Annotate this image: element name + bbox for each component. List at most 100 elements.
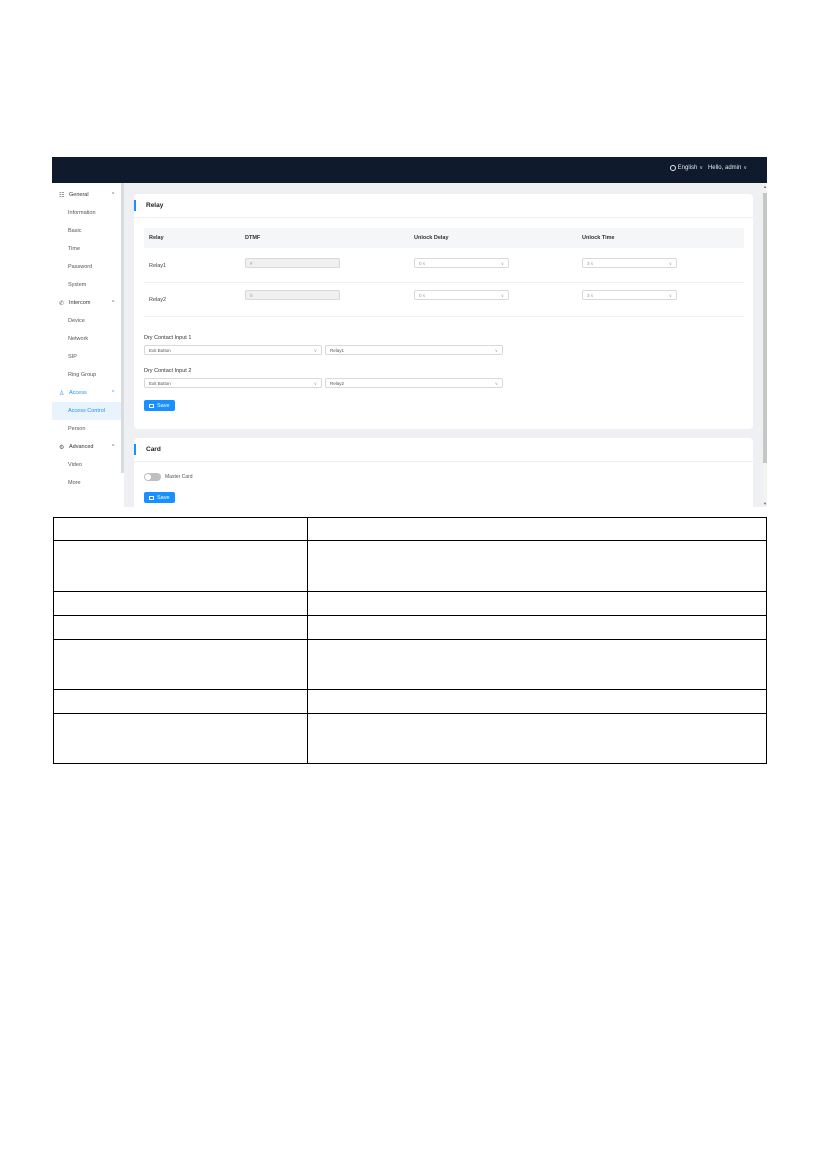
chevron-up-icon: ^ (112, 444, 115, 450)
sidebar-item-label: SIP (68, 354, 77, 360)
chevron-down-icon: ∨ (313, 381, 317, 386)
master-card-toggle[interactable] (144, 473, 161, 481)
chevron-down-icon: ∨ (313, 348, 317, 353)
chevron-down-icon: ∨ (500, 293, 504, 298)
scroll-up-icon[interactable]: ▲ (763, 184, 767, 189)
relay-save-button[interactable]: Save (144, 400, 175, 411)
scrollbar-thumb[interactable] (763, 193, 767, 463)
language-selector[interactable]: English ∨ (669, 165, 703, 171)
empty-table (53, 517, 767, 764)
sidebar-item-password[interactable]: Password (52, 258, 124, 276)
table-cell (53, 615, 308, 640)
sidebar-item-device[interactable]: Device (52, 312, 124, 330)
chevron-down-icon: ∨ (699, 165, 703, 171)
title-accent (134, 200, 136, 211)
user-menu[interactable]: Hello, admin ∨ (708, 165, 747, 171)
master-card-label: Master Card (165, 474, 193, 480)
user-greeting: Hello, admin (707, 165, 742, 171)
unlock-time-select[interactable]: 3 s ∨ (582, 290, 677, 300)
save-icon (149, 403, 154, 408)
unlock-time-select[interactable]: 3 s ∨ (582, 258, 677, 268)
sidebar-item-label: Time (68, 246, 81, 252)
table-row: Relay1 # 0 s ∨ 3 s ∨ (144, 248, 744, 283)
chevron-up-icon: ^ (112, 390, 115, 396)
table-cell (53, 517, 308, 541)
table-cell (307, 540, 767, 592)
sidebar-group-label: General (69, 192, 89, 198)
save-icon (149, 495, 154, 500)
sidebar-item-system[interactable]: System (52, 276, 124, 294)
dry-contact-1-type-select[interactable]: Exit Button ∨ (144, 345, 322, 355)
sidebar-group-advanced[interactable]: ⚙ Advanced ^ (52, 438, 124, 456)
sidebar-item-label: Person (68, 426, 86, 432)
dry-contact-input-1-label: Dry Contact Input 1 (144, 335, 192, 341)
column-header: Relay (149, 235, 164, 241)
sidebar-item-label: Network (68, 336, 89, 342)
sidebar-item-network[interactable]: Network (52, 330, 124, 348)
unlock-delay-select[interactable]: 0 s ∨ (414, 290, 509, 300)
table-cell (53, 689, 308, 714)
globe-icon (669, 165, 676, 171)
table-cell (307, 689, 767, 714)
button-label: Save (157, 402, 170, 409)
table-cell (307, 591, 767, 616)
sidebar-item-label: Password (68, 264, 93, 270)
sidebar-item-person[interactable]: Person (52, 420, 124, 438)
top-bar: English ∨ Hello, admin ∨ (52, 157, 767, 183)
table-row (53, 689, 767, 714)
sidebar-item-label: Video (68, 462, 82, 468)
sidebar-item-ring-group[interactable]: Ring Group (52, 366, 124, 384)
select-value: Relay2 (330, 381, 345, 386)
chevron-up-icon: ^ (112, 192, 115, 198)
table-row (53, 713, 767, 764)
sidebar-item-basic[interactable]: Basic (52, 222, 124, 240)
table-cell (53, 639, 308, 690)
sidebar-group-intercom[interactable]: ✆ Intercom ^ (52, 294, 124, 312)
panel-title: Card (146, 446, 161, 453)
sidebar-item-time[interactable]: Time (52, 240, 124, 258)
table-cell (53, 540, 308, 592)
sidebar-item-video[interactable]: Video (52, 456, 124, 474)
sidebar-item-information[interactable]: Information (52, 204, 124, 222)
sidebar-item-label: More (68, 480, 81, 486)
sidebar-item-access-control[interactable]: Access Control (52, 402, 124, 420)
dry-contact-1-relay-select[interactable]: Relay1 ∨ (325, 345, 503, 355)
sidebar-scrollbar[interactable] (121, 183, 124, 473)
column-header: DTMF (245, 235, 261, 241)
chevron-down-icon: ∨ (494, 381, 498, 386)
select-value: 3 s (587, 261, 594, 266)
table-cell (307, 615, 767, 640)
dtmf-input[interactable]: # (245, 258, 340, 268)
title-accent (134, 444, 136, 455)
sidebar-group-general[interactable]: ☷ General ^ (52, 186, 124, 204)
table-row (53, 639, 767, 690)
select-value: Exit Button (149, 348, 171, 353)
chevron-down-icon: ∨ (743, 165, 747, 171)
sidebar-group-access[interactable]: ♙ Access ^ (52, 384, 124, 402)
dry-contact-2-type-select[interactable]: Exit Button ∨ (144, 378, 322, 388)
page-scrollbar[interactable]: ▲ ▼ (763, 183, 767, 507)
sidebar: ☷ General ^ Information Basic Time Passw… (52, 183, 124, 507)
gear-icon: ⚙ (59, 445, 65, 451)
select-value: Relay1 (330, 348, 345, 353)
chevron-down-icon: ∨ (668, 293, 672, 298)
sidebar-item-label: System (68, 282, 87, 288)
button-label: Save (157, 494, 170, 501)
table-row (53, 615, 767, 640)
select-value: 0 s (419, 261, 426, 266)
unlock-delay-select[interactable]: 0 s ∨ (414, 258, 509, 268)
chevron-down-icon: ∨ (494, 348, 498, 353)
sidebar-group-label: Advanced (69, 444, 94, 450)
sidebar-item-sip[interactable]: SIP (52, 348, 124, 366)
panel-header: Card (134, 438, 753, 462)
table-row (53, 540, 767, 592)
dry-contact-2-relay-select[interactable]: Relay2 ∨ (325, 378, 503, 388)
card-save-button[interactable]: Save (144, 492, 175, 503)
scroll-down-icon[interactable]: ▼ (763, 501, 767, 506)
language-label: English (677, 165, 698, 171)
sidebar-item-more[interactable]: More (52, 474, 124, 492)
grid-icon: ☷ (59, 193, 65, 199)
table-cell (307, 639, 767, 690)
dtmf-input[interactable]: 0 (245, 290, 340, 300)
relay-panel: Relay Relay DTMF Unlock Delay Unlock Tim… (134, 194, 753, 429)
